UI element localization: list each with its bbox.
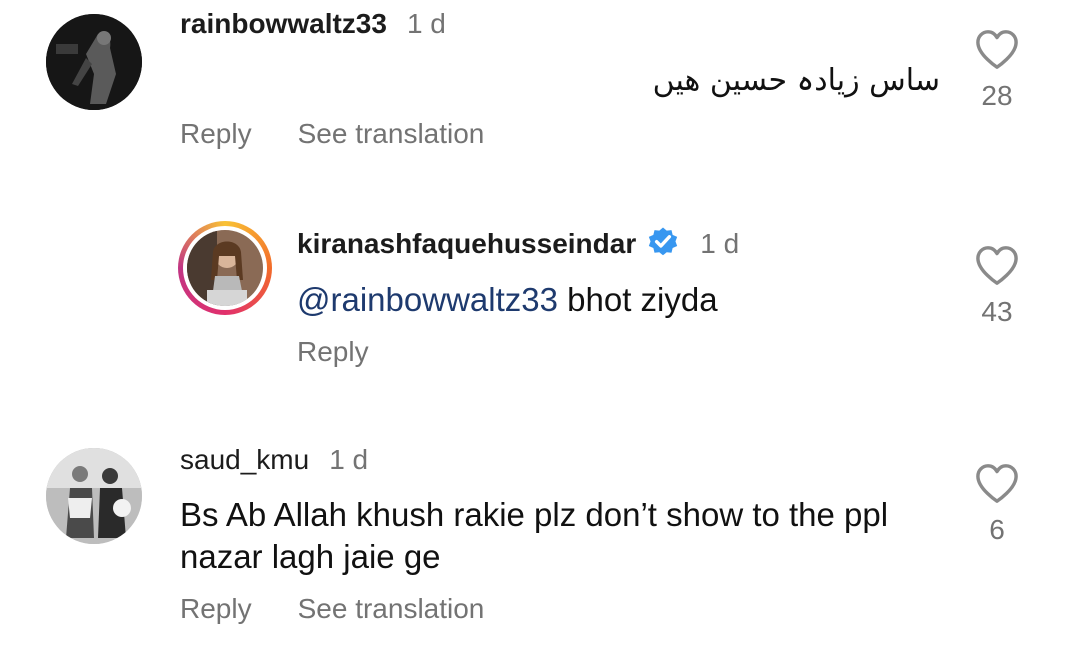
avatar[interactable]: [46, 14, 142, 110]
comment-username[interactable]: saud_kmu: [180, 444, 309, 476]
profile-photo-icon: [46, 14, 142, 110]
reply-button[interactable]: Reply: [180, 593, 252, 625]
comment-username[interactable]: rainbowwaltz33: [180, 8, 387, 40]
avatar[interactable]: [46, 448, 142, 544]
comment-reply-item: kiranashfaquehusseindar 1 d @rainbowwalt…: [0, 215, 1080, 385]
comment-timestamp: 1 d: [700, 227, 740, 259]
like-count: 6: [989, 514, 1005, 545]
see-translation-button[interactable]: See translation: [298, 593, 485, 625]
profile-photo-icon: [46, 448, 142, 544]
see-translation-button[interactable]: See translation: [298, 118, 485, 150]
comment-text: Bs Ab Allah khush rakie plz don’t show t…: [180, 494, 960, 578]
avatar[interactable]: [178, 221, 272, 315]
heart-icon[interactable]: [974, 28, 1020, 70]
reply-button[interactable]: Reply: [180, 118, 252, 150]
verified-badge-icon: [646, 224, 680, 263]
comment-text-line: nazar lagh jaie ge: [180, 538, 441, 575]
comment-item: rainbowwaltz33 1 d ساس زیادہ حسین ھیں Re…: [0, 0, 1080, 170]
comment-text: @rainbowwaltz33 bhot ziyda: [297, 279, 718, 321]
heart-icon[interactable]: [974, 462, 1020, 504]
like-count: 28: [981, 80, 1013, 111]
comment-username[interactable]: kiranashfaquehusseindar: [297, 228, 636, 260]
reply-button[interactable]: Reply: [297, 336, 369, 368]
comment-text: ساس زیادہ حسین ھیں: [652, 63, 940, 98]
like-count: 43: [981, 296, 1013, 327]
comment-body: bhot ziyda: [567, 281, 718, 318]
comment-text-line: Bs Ab Allah khush rakie plz don’t show t…: [180, 496, 889, 533]
comment-timestamp: 1 d: [406, 8, 446, 39]
profile-photo-icon: [187, 230, 263, 306]
heart-icon[interactable]: [974, 244, 1020, 286]
comment-timestamp: 1 d: [329, 444, 369, 475]
mention-link[interactable]: @rainbowwaltz33: [297, 281, 558, 318]
comment-item: saud_kmu 1 d Bs Ab Allah khush rakie plz…: [0, 440, 1080, 668]
